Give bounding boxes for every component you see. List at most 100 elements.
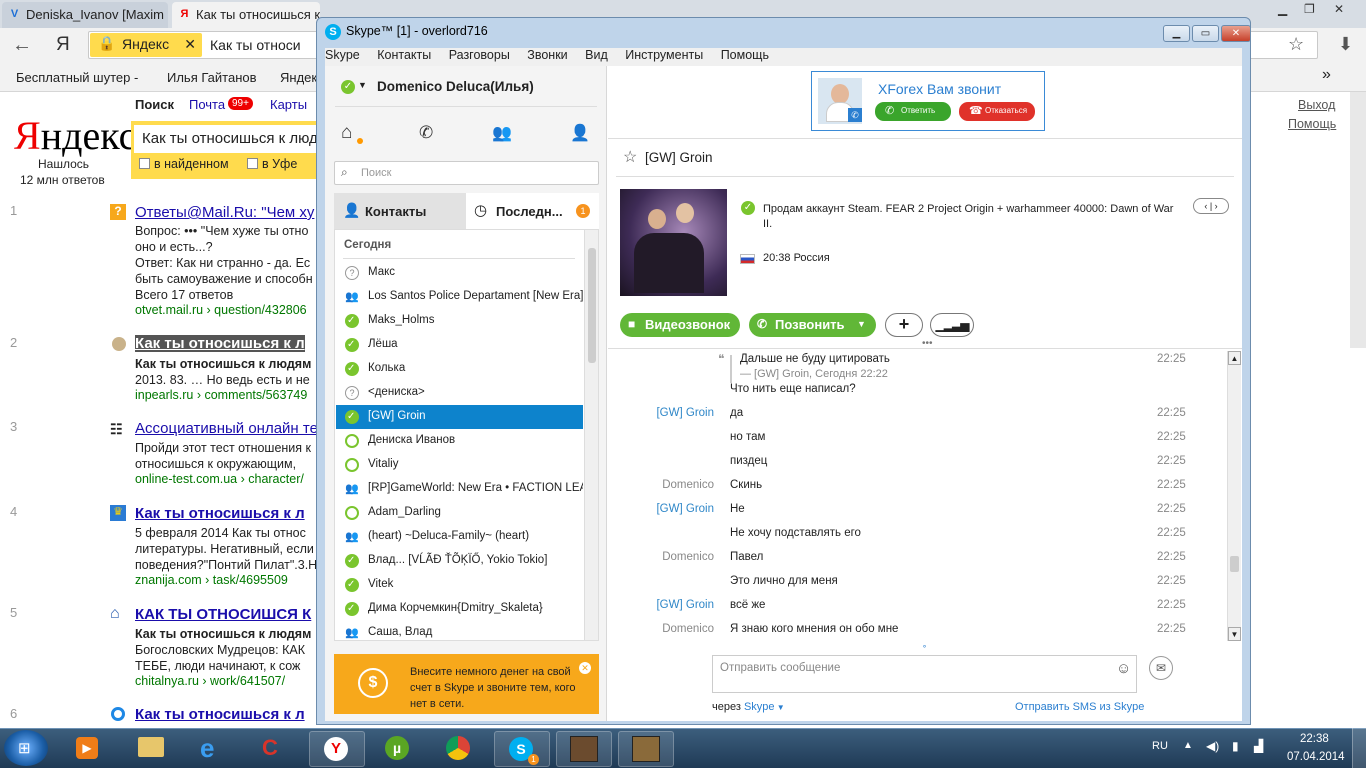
message-row[interactable]: [GW] Groin Не 22:25 xyxy=(616,503,1236,527)
taskbar-explorer[interactable] xyxy=(124,731,180,767)
close-icon[interactable]: ✕ xyxy=(1334,2,1344,16)
message-author[interactable]: [GW] Groin xyxy=(616,407,714,419)
nav-search[interactable]: Поиск xyxy=(135,97,174,112)
chevron-down-icon[interactable]: ▼ xyxy=(857,319,866,329)
help-link[interactable]: Помощь xyxy=(1288,117,1336,131)
taskbar-ccleaner[interactable]: C xyxy=(248,731,304,767)
chat-scrollbar[interactable]: ▲ ▼ xyxy=(1227,351,1241,641)
result-title[interactable]: Как ты относишься к л xyxy=(135,505,305,522)
language-indicator[interactable]: RU xyxy=(1152,740,1168,752)
phone-icon[interactable]: ✆ xyxy=(419,123,433,143)
contact-item[interactable]: Влад... [VĹÃĐ ŤÕĶÏŐ, Yokio Tokio] xyxy=(336,549,583,573)
taskbar-skype[interactable]: S1 xyxy=(494,731,550,767)
contact-item[interactable]: 👥 [RP]GameWorld: New Era • FACTION LEA... xyxy=(336,477,583,501)
send-sms-link[interactable]: Отправить SMS из Skype xyxy=(1015,701,1144,713)
checkbox[interactable] xyxy=(247,158,258,169)
answer-button[interactable]: ✆ Ответить xyxy=(875,102,951,121)
close-button[interactable]: ✕ xyxy=(1221,25,1251,42)
home-icon[interactable]: ⌂ xyxy=(341,122,352,144)
signal-icon[interactable]: ▁▂▃▅ xyxy=(930,313,974,337)
tray-expand-icon[interactable]: ▲ xyxy=(1183,740,1193,751)
result-url[interactable]: znanija.com › task/4695509 xyxy=(135,573,288,587)
menu-view[interactable]: Вид xyxy=(585,48,608,62)
arrow-left-icon[interactable]: ← xyxy=(12,34,32,57)
message-author[interactable]: Domenico xyxy=(616,479,714,491)
browser-tab-active[interactable]: Я Как ты относишься к xyxy=(172,2,320,28)
result-url[interactable]: inpearls.ru › comments/563749 xyxy=(135,388,307,402)
chevron-down-icon[interactable]: ▼ xyxy=(775,703,785,712)
contact-item[interactable]: Vitaliy xyxy=(336,453,583,477)
filter-in-found[interactable]: в найденном xyxy=(139,157,229,171)
message-author[interactable]: [GW] Groin xyxy=(616,599,714,611)
bookmark-item[interactable]: Яндек xyxy=(280,70,317,85)
mood-pager[interactable]: ‹ | › xyxy=(1193,198,1229,214)
nav-maps[interactable]: Карты xyxy=(270,97,307,112)
decline-button[interactable]: ☎ Отказаться xyxy=(959,102,1035,121)
contact-item[interactable]: Колька xyxy=(336,357,583,381)
bookmark-item[interactable]: Илья Гайтанов xyxy=(167,70,257,85)
minimize-button[interactable]: ▁ xyxy=(1163,25,1190,42)
taskbar-ie[interactable]: e xyxy=(186,731,242,767)
taskbar-media-player[interactable]: ▶ xyxy=(60,731,116,767)
message-row[interactable]: Не хочу подставлять его 22:25 xyxy=(616,527,1236,551)
add-contact-icon[interactable]: 👤 xyxy=(570,123,590,143)
contact-item[interactable]: ? Макс xyxy=(336,261,583,285)
scroll-thumb[interactable] xyxy=(588,248,596,363)
result-title[interactable]: Как ты относишься к л xyxy=(135,335,305,352)
status-online-icon[interactable]: ✓ xyxy=(341,80,355,94)
user-name[interactable]: Domenico Deluca(Илья) xyxy=(377,79,534,94)
result-title[interactable]: Ассоциативный онлайн те xyxy=(135,420,318,437)
menu-conversations[interactable]: Разговоры xyxy=(449,48,510,62)
contact-item[interactable]: 👥 Los Santos Police Departament [New Era] xyxy=(336,285,583,309)
result-title[interactable]: Как ты относишься к л xyxy=(135,706,305,723)
message-row[interactable]: пиздец 22:25 xyxy=(616,455,1236,479)
message-author[interactable]: [GW] Groin xyxy=(616,503,714,515)
menu-help[interactable]: Помощь xyxy=(721,48,769,62)
taskbar-chrome[interactable] xyxy=(432,731,488,767)
group-icon[interactable]: 👥 xyxy=(492,123,512,143)
send-via-link[interactable]: Skype xyxy=(744,701,775,713)
yandex-logo[interactable]: Яндекс xyxy=(14,112,136,159)
bookmark-item[interactable]: Бесплатный шутер - xyxy=(16,70,138,85)
checkbox[interactable] xyxy=(139,158,150,169)
taskbar-game[interactable] xyxy=(556,731,612,767)
emoticon-icon[interactable]: ☺ xyxy=(1116,660,1131,677)
scroll-down-icon[interactable]: ▼ xyxy=(1228,627,1241,641)
download-icon[interactable]: ⬇ xyxy=(1338,34,1353,55)
message-row[interactable]: Это лично для меня 22:25 xyxy=(616,575,1236,599)
taskbar-yandex-browser[interactable]: Y xyxy=(309,731,365,767)
yandex-browser-logo[interactable]: Я xyxy=(56,34,70,56)
contact-item[interactable]: Лёша xyxy=(336,333,583,357)
close-icon[interactable]: ✕ xyxy=(184,36,196,53)
result-url[interactable]: chitalnya.ru › work/641507/ xyxy=(135,674,285,688)
chevron-down-icon[interactable]: ▼ xyxy=(358,80,367,90)
contact-item[interactable]: Adam_Darling xyxy=(336,501,583,525)
message-input[interactable]: Отправить сообщение ☺ xyxy=(712,655,1137,693)
menu-calls[interactable]: Звонки xyxy=(527,48,567,62)
call-button[interactable]: ✆ Позвонить ▼ xyxy=(749,313,876,337)
contact-item[interactable]: 👥 Саша, Влад xyxy=(336,621,583,645)
result-title[interactable]: КАК ТЫ ОТНОСИШСЯ К xyxy=(135,606,311,623)
message-row[interactable]: [GW] Groin да 22:25 xyxy=(616,407,1236,431)
message-row[interactable]: Что нить еще написал? xyxy=(616,383,1236,407)
search-input[interactable]: Как ты относишься к люд xyxy=(134,125,321,153)
filter-city[interactable]: в Уфе xyxy=(247,157,297,171)
tab-recent[interactable]: ◷ Последн... 1 xyxy=(466,193,599,229)
menu-skype[interactable]: Skype xyxy=(325,48,360,62)
message-row[interactable]: [GW] Groin всё же 22:25 xyxy=(616,599,1236,623)
message-row[interactable]: но там 22:25 xyxy=(616,431,1236,455)
taskbar-utorrent[interactable]: µ xyxy=(371,731,427,767)
network-icon[interactable]: ▟ xyxy=(1254,739,1263,753)
clock-time[interactable]: 22:38 xyxy=(1300,733,1329,745)
start-button[interactable]: ⊞ xyxy=(4,730,48,766)
menu-tools[interactable]: Инструменты xyxy=(625,48,703,62)
search-engine-tag[interactable]: 🔒 Яндекс ✕ xyxy=(90,33,202,57)
result-url[interactable]: otvet.mail.ru › question/432806 xyxy=(135,303,307,317)
message-row[interactable]: Domenico Скинь 22:25 xyxy=(616,479,1236,503)
contact-item[interactable]: Maks_Holms xyxy=(336,309,583,333)
star-icon[interactable]: ☆ xyxy=(623,147,637,167)
message-author[interactable]: Domenico xyxy=(616,623,714,635)
result-url[interactable]: online-test.com.ua › character/ xyxy=(135,472,304,486)
battery-icon[interactable]: ▮ xyxy=(1232,739,1239,753)
contact-item[interactable]: Дениска Иванов xyxy=(336,429,583,453)
